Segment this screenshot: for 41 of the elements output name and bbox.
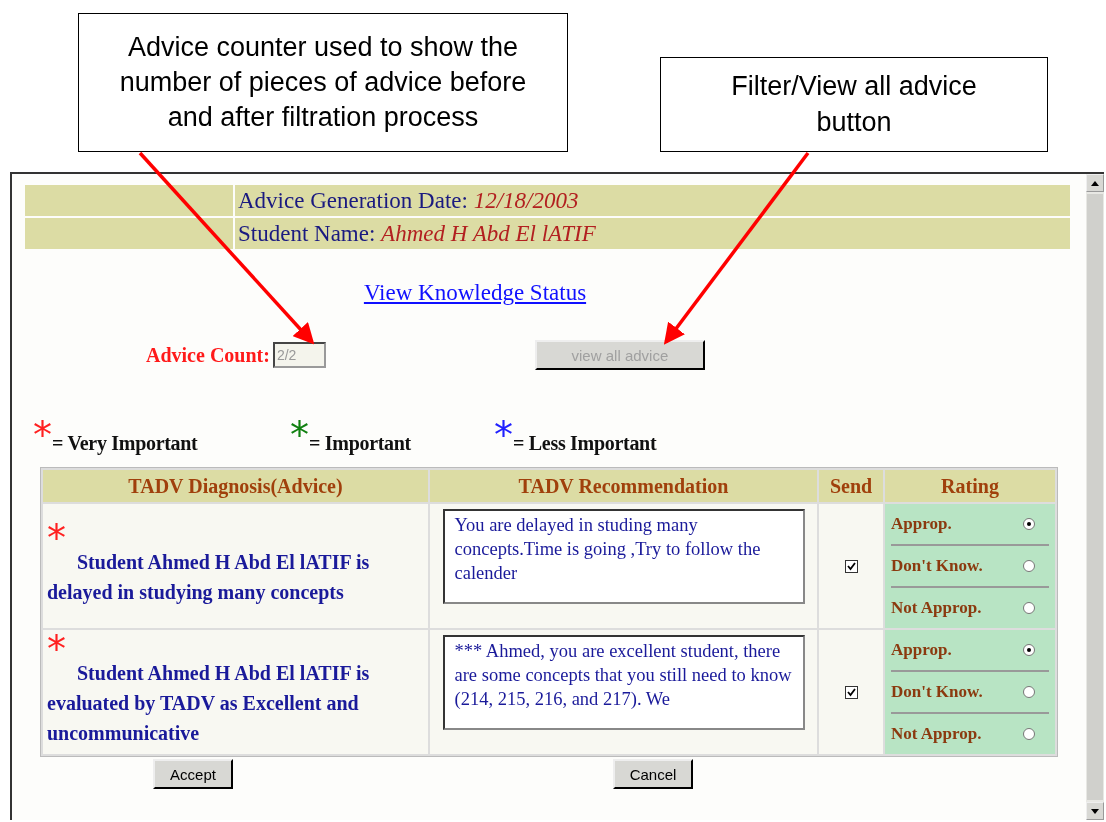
importance-asterisk: * xyxy=(47,525,66,547)
cancel-button[interactable]: Cancel xyxy=(613,759,693,789)
rating-label: Approp. xyxy=(891,640,952,660)
diagnosis-text: Student Ahmed H Abd El lATIF is delayed in studying many concepts xyxy=(47,550,371,606)
rating-radio[interactable] xyxy=(1023,518,1035,530)
rating-label: Don't Know. xyxy=(891,682,983,702)
send-checkbox[interactable] xyxy=(844,560,858,573)
rating-radio[interactable] xyxy=(1023,602,1035,614)
accept-button[interactable]: Accept xyxy=(153,759,233,789)
column-header: TADV Recommendation xyxy=(430,470,817,502)
legend-label: = Very Important xyxy=(52,432,198,455)
rating-radio[interactable] xyxy=(1023,728,1035,740)
legend-label: = Important xyxy=(309,432,411,455)
knowledge-status-link[interactable]: View Knowledge Status xyxy=(363,280,587,305)
rating-radio[interactable] xyxy=(1023,686,1035,698)
recommendation-text-area[interactable]: You are delayed in studing many concepts.Time is going ,Try to follow the calender xyxy=(442,509,805,604)
advice-count-label: Advice Count: xyxy=(146,343,270,367)
importance-asterisk: * xyxy=(290,415,309,455)
column-header: Rating xyxy=(885,470,1055,502)
callout-note: Filter/View all advice button xyxy=(660,57,1048,152)
student-name: Student Name: Ahmed H Abd El lATIF xyxy=(235,218,1070,249)
send-checkbox[interactable] xyxy=(844,686,858,699)
rating-label: Not Approp. xyxy=(891,724,982,744)
rating-label: Approp. xyxy=(891,514,952,534)
rating-radio[interactable] xyxy=(1023,644,1035,656)
importance-asterisk: * xyxy=(494,415,513,455)
scroll-down-icon[interactable] xyxy=(1086,802,1104,820)
importance-asterisk: * xyxy=(33,415,52,455)
rating-label: Not Approp. xyxy=(891,598,982,618)
rating-label: Don't Know. xyxy=(891,556,983,576)
diagnosis-text: Student Ahmed H Abd El lATIF is evaluated by TADV as Excellent and uncommunicative xyxy=(47,661,371,746)
legend-label: = Less Important xyxy=(513,432,657,455)
rating-radio[interactable] xyxy=(1023,560,1035,572)
generation-date: Advice Generation Date: 12/18/2003 xyxy=(235,185,1070,216)
scrollbar[interactable] xyxy=(1086,174,1104,820)
callout-note: Advice counter used to show the number of pieces of advice before and after filtration process xyxy=(78,13,568,152)
column-header: TADV Diagnosis(Advice) xyxy=(43,470,428,502)
column-header: Send xyxy=(819,470,883,502)
scroll-up-icon[interactable] xyxy=(1086,174,1104,192)
importance-asterisk: * xyxy=(47,636,66,658)
recommendation-text-area[interactable]: *** Ahmed, you are excellent student, there are some concepts that you still need to know (214, 215, 216, and 217). We xyxy=(442,635,805,730)
